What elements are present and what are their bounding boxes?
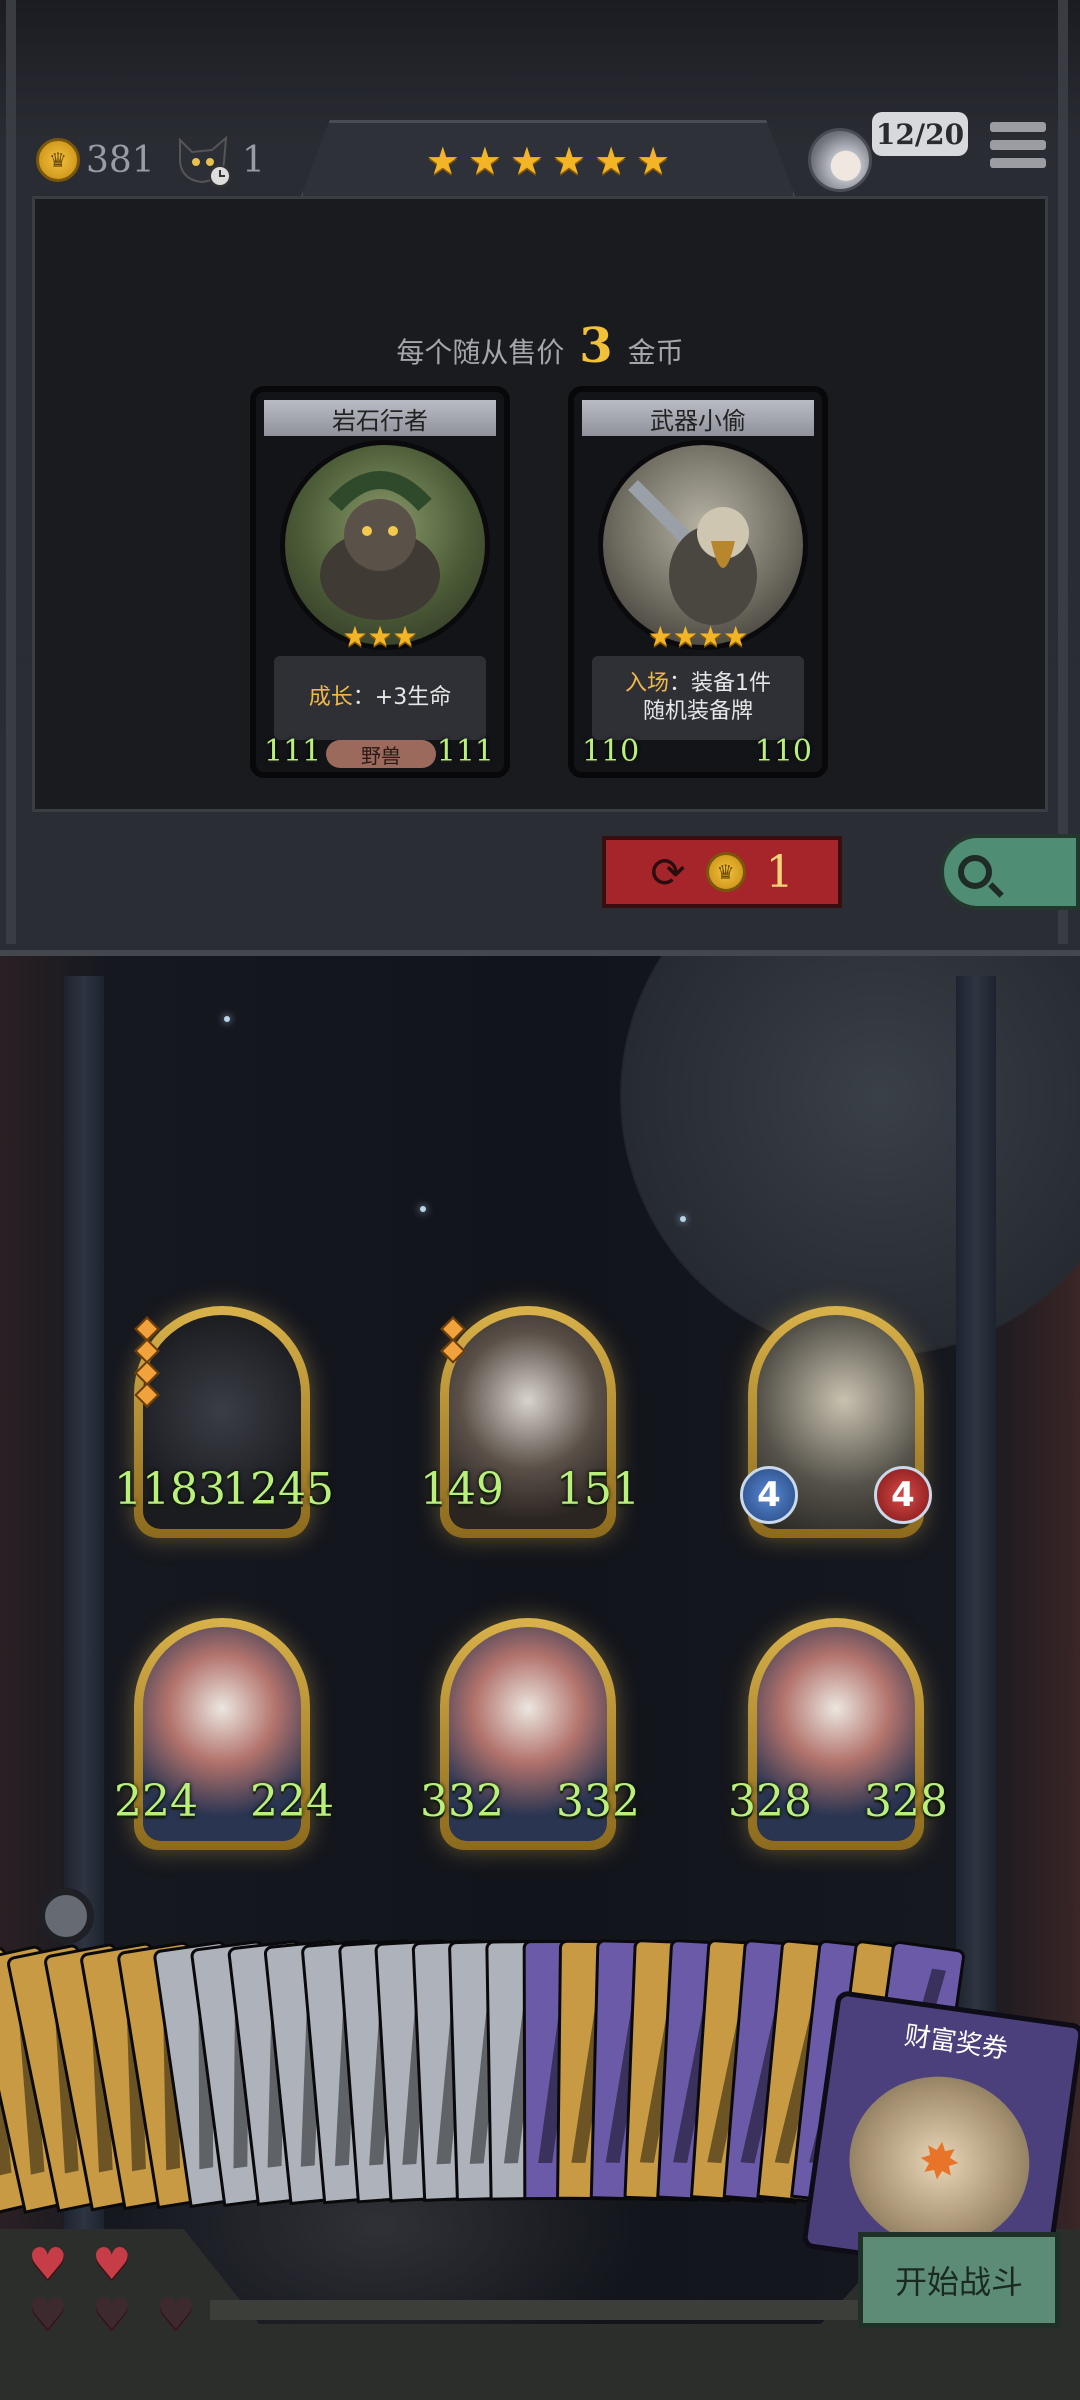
minion-attack: 328 — [728, 1776, 812, 1827]
card-star-icon: ★ — [647, 620, 673, 653]
moon-backdrop — [620, 956, 1080, 1356]
board-minion[interactable]: 1183 1245 — [114, 1306, 334, 1538]
minion-health: 4 — [874, 1466, 932, 1524]
tier-star-icon: ★ — [636, 139, 671, 183]
rock-walker-portrait — [280, 440, 490, 650]
sell-price-value: 3 — [579, 318, 613, 374]
minion-attack: 224 — [114, 1776, 198, 1827]
board-minion[interactable]: 44 — [740, 1306, 932, 1538]
refresh-icon: ⟳ — [650, 847, 686, 897]
board-count-badge: 12/20 — [872, 112, 968, 156]
heart-icon: ♥ — [92, 2289, 132, 2340]
card-name: 武器小偷 — [582, 400, 814, 436]
minion-attack: 332 — [420, 1776, 504, 1827]
card-star-icon: ★ — [698, 620, 724, 653]
refresh-cost: 1 — [765, 846, 794, 898]
magnifier-icon[interactable] — [38, 1888, 94, 1944]
minion-health: 332 — [556, 1776, 640, 1827]
tier-star-icon: ★ — [552, 139, 587, 183]
card-star-icon: ★ — [367, 620, 393, 653]
weapon-thief-portrait — [598, 440, 808, 650]
card-name: 岩石行者 — [264, 400, 496, 436]
sell-price-prefix: 每个随从售价 — [396, 336, 565, 369]
heart-icon: ♥ — [28, 2289, 68, 2340]
heart-icon: ♥ — [92, 2239, 132, 2290]
desc-keyword: 入场 — [624, 671, 669, 696]
minion-attack: 4 — [740, 1466, 798, 1524]
minion-attack: 149 — [420, 1464, 504, 1515]
card-attack: 110 — [582, 734, 640, 769]
minion-health: 328 — [864, 1776, 948, 1827]
star-sparkle — [420, 1206, 426, 1212]
card-stars: ★★★ — [256, 620, 504, 653]
tier-star-icon: ★ — [467, 139, 502, 183]
card-health: 110 — [754, 734, 812, 769]
card-description: 入场：装备1件 随机装备牌 — [592, 656, 804, 740]
gold-amount: 381 — [86, 139, 155, 181]
search-button[interactable] — [940, 834, 1080, 910]
heart-icon: ♥ — [28, 2239, 68, 2290]
start-battle-button[interactable]: 开始战斗 — [858, 2232, 1060, 2328]
card-attack: 111 — [264, 734, 322, 769]
card-star-icon: ★ — [342, 620, 368, 653]
card-star-icon: ★ — [392, 620, 418, 653]
turn-display: 1 — [172, 130, 265, 190]
gold-coin-icon: ♛ — [705, 852, 746, 892]
minion-health: 151 — [556, 1464, 640, 1515]
heart-icon: ♥ — [156, 2289, 196, 2340]
card-description: 成长：+3生命 — [274, 656, 486, 740]
refresh-button[interactable]: ⟳ ♛ 1 — [602, 836, 842, 908]
board-minion[interactable]: 224 224 — [114, 1618, 334, 1850]
desc-keyword: 成长 — [308, 685, 353, 710]
star-sparkle — [224, 1016, 230, 1022]
minion-health: 224 — [250, 1776, 334, 1827]
board-minion[interactable]: 332 332 — [420, 1618, 640, 1850]
desc-text: ：装备1件 — [669, 671, 771, 696]
player-avatar[interactable] — [808, 128, 872, 192]
board-minion[interactable]: 149 151 — [420, 1306, 640, 1538]
card-health: 111 — [436, 734, 494, 769]
crow-clock-icon — [179, 135, 231, 187]
card-star-icon: ★ — [723, 620, 749, 653]
desc-text-line2: 随机装备牌 — [642, 699, 753, 724]
star-sparkle — [680, 1216, 686, 1222]
hamburger-menu-icon[interactable] — [990, 122, 1046, 174]
shop-card-rock-walker[interactable]: 岩石行者 ★★★ 成长：+3生命 111 野兽 111 — [250, 386, 510, 778]
treasure-ticket-icon: ✸ — [838, 2065, 1041, 2259]
card-stars: ★★★★ — [574, 620, 822, 653]
turn-number: 1 — [242, 139, 265, 181]
shop-offer-area — [32, 196, 1048, 812]
sell-price-note: 每个随从售价 3 金币 — [0, 318, 1080, 374]
tavern-tier-stars: ★ ★ ★ ★ ★ ★ — [300, 120, 796, 199]
board-minion[interactable]: 328 328 — [728, 1618, 948, 1850]
shop-card-weapon-thief[interactable]: 武器小偷 ★★★★ 入场：装备1件 随机装备牌 110 110 — [568, 386, 828, 778]
magnifier-icon — [958, 855, 992, 889]
desc-text: ：+3生命 — [352, 685, 452, 710]
tribe-badge: 野兽 — [326, 740, 436, 768]
card-star-icon: ★ — [672, 620, 698, 653]
gold-coin-icon: ♛ — [36, 138, 80, 182]
gold-display: ♛ 381 — [36, 130, 155, 190]
tier-star-icon: ★ — [594, 139, 629, 183]
minion-health: 1245 — [222, 1464, 334, 1515]
minion-attack: 1183 — [114, 1464, 226, 1515]
sell-price-suffix: 金币 — [627, 336, 684, 369]
tier-star-icon: ★ — [425, 139, 460, 183]
tier-star-icon: ★ — [509, 139, 544, 183]
